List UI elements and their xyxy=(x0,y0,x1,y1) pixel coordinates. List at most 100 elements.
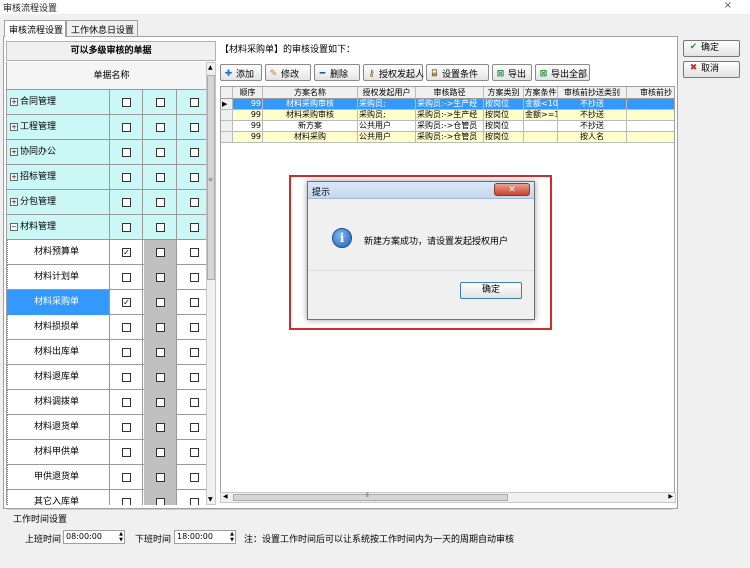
checkbox[interactable] xyxy=(190,98,199,107)
checkbox[interactable] xyxy=(156,348,165,357)
checkbox[interactable] xyxy=(190,473,199,482)
hscroll-thumb[interactable] xyxy=(233,494,508,501)
scheme-row[interactable]: 99 新方案 公共用户 采购员:->仓管员 按岗位 不抄送 xyxy=(221,121,674,132)
scroll-down-icon[interactable]: ▼ xyxy=(208,496,213,503)
checkbox[interactable] xyxy=(190,448,199,457)
toolbar-button-condition[interactable]: ⌸ 设置条件 xyxy=(426,64,489,81)
checkbox[interactable] xyxy=(190,323,199,332)
document-row[interactable]: 甲供退货单 xyxy=(7,465,206,490)
toolbar-button-excel[interactable]: ⊠ 导出 xyxy=(492,64,532,81)
checkbox[interactable] xyxy=(122,323,131,332)
dialog-ok-button[interactable]: 确定 xyxy=(460,282,522,299)
checkbox[interactable] xyxy=(156,173,165,182)
scheme-column-header[interactable]: 审核前抄送类别 xyxy=(558,87,627,99)
start-time-input[interactable]: 08:00:00 ▲ ▼ xyxy=(63,530,125,544)
checkbox[interactable] xyxy=(122,448,131,457)
scheme-column-header[interactable]: 顺序 xyxy=(233,87,263,99)
checkbox[interactable] xyxy=(156,148,165,157)
scheme-column-header[interactable]: 方案类别 xyxy=(484,87,524,99)
scheme-row[interactable]: 99材料采购审核采购员;采购员:->生产经按岗位金额>=10C不抄送 xyxy=(221,110,674,121)
checkbox[interactable] xyxy=(122,273,131,282)
checkbox[interactable] xyxy=(156,398,165,407)
document-row[interactable]: 其它入库单 xyxy=(7,490,206,505)
document-row[interactable]: + 合同管理 xyxy=(7,90,206,115)
checkbox[interactable] xyxy=(190,423,199,432)
checkbox[interactable] xyxy=(122,348,131,357)
scroll-up-icon[interactable]: ▲ xyxy=(208,64,213,71)
checkbox[interactable] xyxy=(156,498,165,505)
document-row[interactable]: 材料调拨单 xyxy=(7,390,206,415)
checkbox[interactable] xyxy=(190,198,199,207)
checkbox[interactable] xyxy=(122,173,131,182)
document-row[interactable]: 材料出库单 xyxy=(7,340,206,365)
checkbox[interactable] xyxy=(156,323,165,332)
checkbox[interactable] xyxy=(190,173,199,182)
checkbox[interactable] xyxy=(122,498,131,505)
checkbox[interactable] xyxy=(156,298,165,307)
expand-icon[interactable]: − xyxy=(10,222,18,231)
end-time-input[interactable]: 18:00:00 ▲ ▼ xyxy=(174,530,236,544)
checkbox[interactable] xyxy=(156,273,165,282)
expand-icon[interactable]: + xyxy=(10,122,18,131)
scheme-column-header[interactable]: 方案名称 xyxy=(263,87,358,99)
expand-icon[interactable]: + xyxy=(10,97,18,106)
checkbox[interactable] xyxy=(190,373,199,382)
document-row[interactable]: 材料计划单 xyxy=(7,265,206,290)
document-row[interactable]: + 分包管理 xyxy=(7,190,206,215)
checkbox[interactable] xyxy=(190,498,199,505)
cancel-button[interactable]: ✖ 取消 xyxy=(683,61,740,78)
expand-icon[interactable]: + xyxy=(10,197,18,206)
scheme-column-header[interactable]: 审核前抄 xyxy=(627,87,674,99)
document-row[interactable]: + 招标管理 xyxy=(7,165,206,190)
scheme-column-header[interactable]: 授权发起用户 xyxy=(358,87,416,99)
scheme-column-header[interactable]: 审核路径 xyxy=(416,87,484,99)
expand-icon[interactable]: + xyxy=(10,147,18,156)
checkbox[interactable] xyxy=(156,248,165,257)
tab-workday[interactable]: 工作休息日设置 xyxy=(66,20,138,36)
scheme-column-header[interactable]: 方案条件 xyxy=(524,87,558,99)
checkbox[interactable] xyxy=(156,123,165,132)
checkbox[interactable] xyxy=(122,373,131,382)
document-row[interactable]: 材料甲供单 xyxy=(7,440,206,465)
scroll-right-icon[interactable]: ▶ xyxy=(668,493,673,500)
checkbox[interactable] xyxy=(190,348,199,357)
checkbox[interactable] xyxy=(122,223,131,232)
toolbar-button-excel-all[interactable]: ⊠ 导出全部 xyxy=(535,64,590,81)
checkbox[interactable] xyxy=(156,98,165,107)
scheme-row[interactable]: 99 材料采购 公共用户 采购员:->仓管员 按岗位 按人名 xyxy=(221,132,674,143)
document-row[interactable]: − 材料管理 xyxy=(7,215,206,240)
document-row[interactable]: 材料损损单 xyxy=(7,315,206,340)
horizontal-scrollbar[interactable]: ◀ ⦀ ▶ xyxy=(220,492,676,503)
toolbar-button-edit[interactable]: ✎ 修改 xyxy=(265,64,311,81)
document-row[interactable]: 材料预算单 ✓ xyxy=(7,240,206,265)
checkbox[interactable]: ✓ xyxy=(122,248,131,257)
expand-icon[interactable]: + xyxy=(10,172,18,181)
window-close-icon[interactable]: × xyxy=(724,0,732,11)
checkbox[interactable] xyxy=(122,423,131,432)
checkbox[interactable] xyxy=(122,148,131,157)
document-row[interactable]: 材料退库单 xyxy=(7,365,206,390)
checkbox[interactable]: ✓ xyxy=(122,298,131,307)
ok-button[interactable]: ✔ 确定 xyxy=(683,40,740,57)
dialog-close-button[interactable]: ✕ xyxy=(494,183,530,196)
checkbox[interactable] xyxy=(122,123,131,132)
checkbox[interactable] xyxy=(156,448,165,457)
checkbox[interactable] xyxy=(190,123,199,132)
checkbox[interactable] xyxy=(122,198,131,207)
checkbox[interactable] xyxy=(190,273,199,282)
checkbox[interactable] xyxy=(190,398,199,407)
document-row[interactable]: 材料退货单 xyxy=(7,415,206,440)
document-row[interactable]: + 协同办公 xyxy=(7,140,206,165)
checkbox[interactable] xyxy=(156,473,165,482)
checkbox[interactable] xyxy=(156,423,165,432)
checkbox[interactable] xyxy=(156,373,165,382)
checkbox[interactable] xyxy=(156,223,165,232)
checkbox[interactable] xyxy=(122,398,131,407)
checkbox[interactable] xyxy=(122,98,131,107)
toolbar-button-user-key[interactable]: ⚷ 授权发起人 xyxy=(363,64,424,81)
document-row[interactable]: + 工程管理 xyxy=(7,115,206,140)
tab-audit-flow[interactable]: 审核流程设置 xyxy=(4,20,66,37)
toolbar-button-minus[interactable]: ━ 删除 xyxy=(314,64,360,81)
toolbar-button-plus[interactable]: ✚ 添加 xyxy=(220,64,262,81)
spin-arrows-icon[interactable]: ▲ ▼ xyxy=(119,531,123,543)
